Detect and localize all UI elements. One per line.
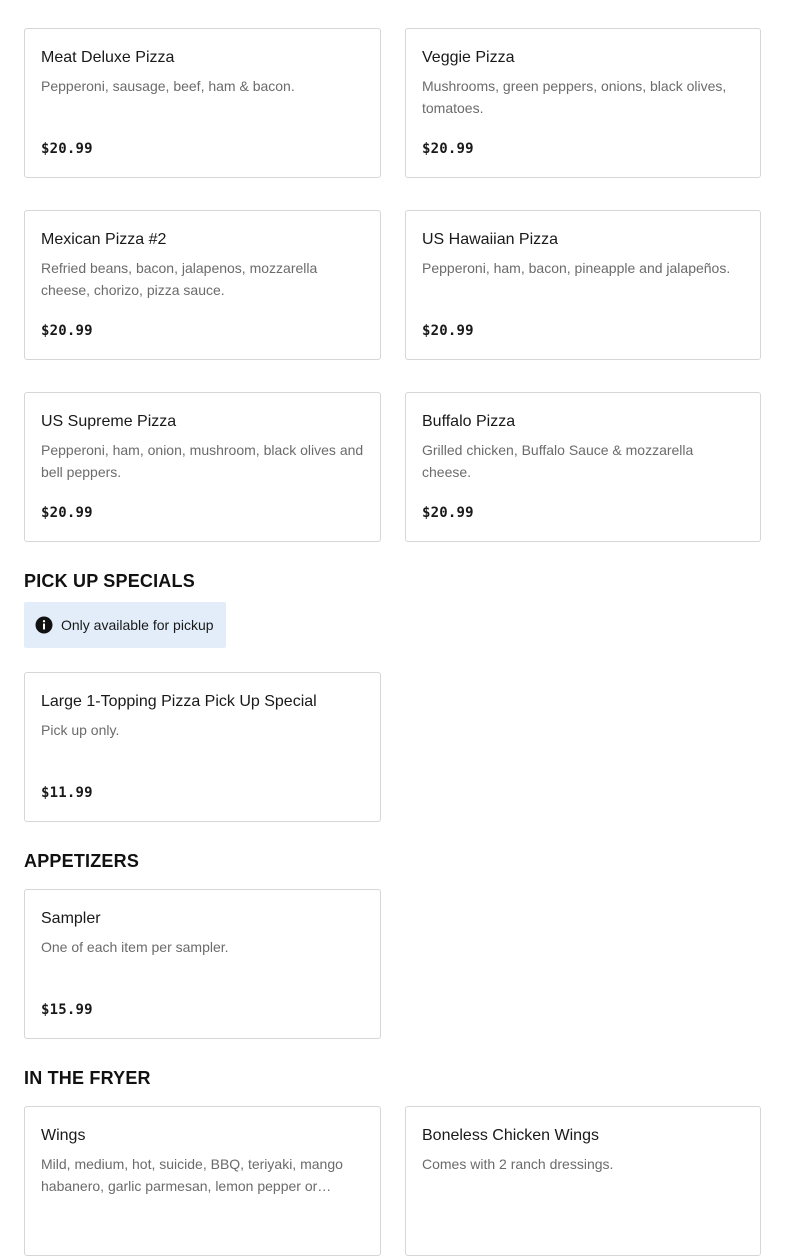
item-title: Large 1-Topping Pizza Pick Up Special bbox=[41, 693, 317, 710]
fryer-items-grid: Wings Mild, medium, hot, suicide, BBQ, t… bbox=[24, 1106, 761, 1256]
item-title: Wings bbox=[41, 1127, 86, 1144]
item-title: Buffalo Pizza bbox=[422, 413, 516, 430]
item-description: One of each item per sampler. bbox=[41, 939, 229, 955]
menu-item-card[interactable]: Veggie Pizza Mushrooms, green peppers, o… bbox=[405, 28, 761, 178]
menu-item-card[interactable]: Large 1-Topping Pizza Pick Up Special Pi… bbox=[24, 672, 381, 822]
item-price: $20.99 bbox=[41, 323, 93, 339]
item-price: $20.99 bbox=[422, 323, 474, 339]
item-price: $20.99 bbox=[41, 505, 93, 521]
item-description: Grilled chicken, Buffalo Sauce & mozzare… bbox=[422, 442, 694, 480]
menu-item-card[interactable]: Mexican Pizza #2 Refried beans, bacon, j… bbox=[24, 210, 381, 360]
item-description: Pepperoni, ham, bacon, pineapple and jal… bbox=[422, 260, 731, 276]
item-title: Sampler bbox=[41, 910, 101, 927]
pickup-only-notice: Only available for pickup bbox=[24, 602, 226, 648]
info-icon bbox=[35, 616, 53, 634]
pizza-items-grid: Meat Deluxe Pizza Pepperoni, sausage, be… bbox=[24, 28, 761, 542]
section-heading-in-the-fryer: IN THE FRYER bbox=[24, 1068, 151, 1088]
item-description: Pick up only. bbox=[41, 722, 120, 738]
menu-page: Meat Deluxe Pizza Pepperoni, sausage, be… bbox=[24, 28, 761, 1256]
item-description: Pepperoni, sausage, beef, ham & bacon. bbox=[41, 78, 295, 94]
pickup-items-grid: Large 1-Topping Pizza Pick Up Special Pi… bbox=[24, 672, 761, 822]
section-heading-appetizers: APPETIZERS bbox=[24, 851, 140, 871]
menu-item-card[interactable]: Meat Deluxe Pizza Pepperoni, sausage, be… bbox=[24, 28, 381, 178]
item-title: Mexican Pizza #2 bbox=[41, 231, 167, 248]
item-title: Veggie Pizza bbox=[422, 49, 515, 66]
item-description: Mushrooms, green peppers, onions, black … bbox=[422, 78, 727, 116]
menu-item-card[interactable]: Buffalo Pizza Grilled chicken, Buffalo S… bbox=[405, 392, 761, 542]
item-price: $20.99 bbox=[41, 141, 93, 157]
section-heading-pickup-specials: PICK UP SPECIALS bbox=[24, 571, 195, 591]
item-description: Pepperoni, ham, onion, mushroom, black o… bbox=[41, 442, 364, 480]
item-price: $15.99 bbox=[41, 1002, 93, 1018]
menu-item-card[interactable]: US Hawaiian Pizza Pepperoni, ham, bacon,… bbox=[405, 210, 761, 360]
item-description: Mild, medium, hot, suicide, BBQ, teriyak… bbox=[41, 1156, 343, 1194]
pickup-notice-wrapper: Only available for pickup bbox=[24, 602, 761, 648]
item-title: US Supreme Pizza bbox=[41, 413, 177, 430]
item-title: Meat Deluxe Pizza bbox=[41, 49, 175, 66]
item-description: Refried beans, bacon, jalapenos, mozzare… bbox=[41, 260, 318, 298]
menu-item-card[interactable]: Sampler One of each item per sampler. $1… bbox=[24, 889, 381, 1039]
item-price: $11.99 bbox=[41, 785, 93, 801]
item-description: Comes with 2 ranch dressings. bbox=[422, 1156, 614, 1172]
item-title: US Hawaiian Pizza bbox=[422, 231, 559, 248]
item-price: $20.99 bbox=[422, 141, 474, 157]
item-title: Boneless Chicken Wings bbox=[422, 1127, 599, 1144]
menu-item-card[interactable]: Boneless Chicken Wings Comes with 2 ranc… bbox=[405, 1106, 761, 1256]
menu-item-card[interactable]: US Supreme Pizza Pepperoni, ham, onion, … bbox=[24, 392, 381, 542]
item-price: $20.99 bbox=[422, 505, 474, 521]
notice-text: Only available for pickup bbox=[61, 617, 214, 633]
menu-item-card[interactable]: Wings Mild, medium, hot, suicide, BBQ, t… bbox=[24, 1106, 381, 1256]
appetizer-items-grid: Sampler One of each item per sampler. $1… bbox=[24, 889, 761, 1039]
